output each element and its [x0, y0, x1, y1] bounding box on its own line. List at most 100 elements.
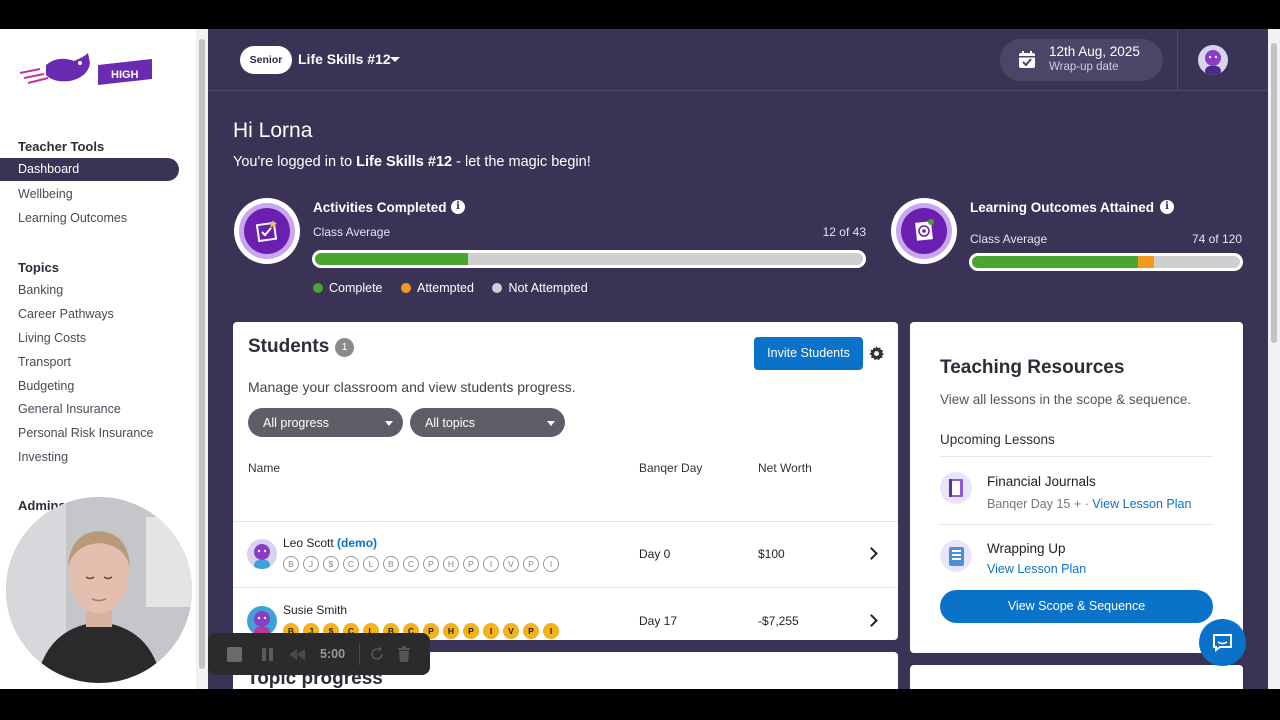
chevron-down-icon	[385, 421, 393, 426]
sidebar-item-career-pathways[interactable]: Career Pathways	[18, 307, 114, 321]
legend-complete: Complete	[313, 281, 383, 295]
lesson-name: Wrapping Up	[987, 541, 1066, 556]
wrap-up-date: 12th Aug, 2025 Wrap-up date	[1000, 39, 1163, 81]
rewind-icon[interactable]	[288, 647, 306, 662]
chevron-right-icon[interactable]	[865, 614, 878, 627]
resources-title: Teaching Resources	[940, 357, 1125, 378]
student-name[interactable]: Susie Smith	[283, 603, 347, 617]
topics-filter[interactable]: All topics	[410, 408, 565, 437]
checklist-icon	[940, 540, 972, 572]
sidebar-item-learning-outcomes[interactable]: Learning Outcomes	[18, 211, 127, 225]
student-name[interactable]: Leo Scott (demo)	[283, 536, 377, 550]
outcomes-progress-bar	[969, 253, 1243, 271]
outcomes-badge	[891, 198, 957, 264]
student-avatar	[247, 606, 277, 636]
info-icon[interactable]: i	[1160, 200, 1174, 214]
students-title: Students	[248, 336, 330, 357]
topic-chip: I	[483, 556, 499, 572]
journal-icon	[940, 472, 972, 504]
activities-badge	[234, 198, 300, 264]
legend-not-attempted: Not Attempted	[492, 281, 588, 295]
sidebar-item-transport[interactable]: Transport	[18, 355, 71, 369]
activities-progress-bar	[312, 250, 866, 268]
view-lesson-plan-link[interactable]: View Lesson Plan	[1092, 497, 1191, 511]
greeting-subtitle: You're logged in to Life Skills #12 - le…	[233, 154, 591, 170]
sidebar-scrollbar[interactable]	[196, 29, 208, 689]
main-scroll-thumb[interactable]	[1271, 43, 1277, 343]
topic-chip: L	[363, 556, 379, 572]
greeting-prefix: You're logged in to	[233, 154, 357, 170]
table-divider	[233, 587, 898, 588]
info-icon[interactable]: i	[451, 200, 465, 214]
app-window: HIGH Teacher Tools Dashboard Wellbeing L…	[0, 29, 1280, 689]
logo-text: HIGH	[111, 69, 139, 81]
view-scope-sequence-button[interactable]: View Scope & Sequence	[940, 590, 1213, 623]
class-selector[interactable]: Life Skills #12	[298, 51, 391, 67]
activities-count: 12 of 43	[822, 225, 866, 239]
view-lesson-plan-link[interactable]: View Lesson Plan	[987, 562, 1086, 576]
activities-title: Activities Completed	[313, 200, 447, 215]
topic-chip: H	[443, 556, 459, 572]
stop-icon[interactable]	[227, 647, 242, 662]
column-header-banqer-day[interactable]: Banqer Day	[639, 461, 702, 475]
nav-heading-teacher-tools: Teacher Tools	[18, 139, 105, 154]
sidebar-item-living-costs[interactable]: Living Costs	[18, 331, 86, 345]
sidebar-item-dashboard[interactable]: Dashboard	[0, 158, 179, 181]
restart-icon[interactable]	[369, 646, 385, 662]
checkbox-icon	[255, 220, 278, 243]
topic-chip: P	[523, 623, 539, 639]
pause-icon[interactable]	[260, 647, 275, 662]
attempted-segment	[1138, 256, 1155, 268]
level-badge: Senior	[240, 46, 292, 74]
banqer-day-cell: Day 0	[639, 547, 671, 561]
topic-chip: $	[323, 556, 339, 572]
brand-logo[interactable]: HIGH	[18, 51, 158, 91]
divider	[940, 524, 1213, 525]
lesson-meta: View Lesson Plan	[987, 562, 1086, 576]
sidebar-item-wellbeing[interactable]: Wellbeing	[18, 187, 73, 201]
webcam-overlay[interactable]	[6, 497, 192, 683]
sidebar-item-general-insurance[interactable]: General Insurance	[18, 402, 121, 416]
avatar[interactable]	[1198, 45, 1228, 75]
gear-icon[interactable]	[869, 346, 884, 361]
complete-segment	[315, 253, 469, 265]
topic-chip: H	[443, 623, 459, 639]
lesson-name: Financial Journals	[987, 474, 1096, 489]
students-card: Students 1 Invite Students Manage your c…	[233, 322, 898, 655]
activities-label: Class Average	[313, 225, 391, 239]
chevron-down-icon[interactable]	[390, 57, 400, 62]
resources-description: View all lessons in the scope & sequence…	[940, 392, 1192, 407]
calendar-icon	[1019, 51, 1035, 68]
topic-chip: I	[483, 623, 499, 639]
sidebar-item-banking[interactable]: Banking	[18, 283, 63, 297]
secondary-card	[910, 665, 1243, 689]
sidebar-item-budgeting[interactable]: Budgeting	[18, 379, 74, 393]
topic-chip: P	[463, 623, 479, 639]
outcomes-label: Class Average	[970, 232, 1048, 246]
topic-chip: C	[403, 556, 419, 572]
sidebar-scroll-thumb[interactable]	[199, 39, 205, 669]
divider	[359, 643, 360, 665]
progress-filter[interactable]: All progress	[248, 408, 403, 437]
progress-legend: Complete Attempted Not Attempted	[313, 281, 603, 295]
chat-icon	[1213, 634, 1232, 652]
student-avatar	[247, 539, 277, 569]
main-scrollbar[interactable]	[1268, 29, 1280, 689]
column-header-name[interactable]: Name	[248, 461, 280, 475]
column-header-net-worth[interactable]: Net Worth	[758, 461, 812, 475]
sidebar-item-personal-risk-insurance[interactable]: Personal Risk Insurance	[18, 426, 153, 440]
topic-chip: V	[503, 623, 519, 639]
topic-chip: C	[343, 556, 359, 572]
trash-icon[interactable]	[397, 646, 411, 662]
topic-progress-chips: B J $ C L B C P H P I V P I	[283, 556, 559, 572]
invite-students-button[interactable]: Invite Students	[754, 337, 863, 370]
chevron-right-icon[interactable]	[865, 547, 878, 560]
sidebar-item-investing[interactable]: Investing	[18, 450, 68, 464]
topic-chip: V	[503, 556, 519, 572]
topic-chip: B	[283, 556, 299, 572]
topic-chip: J	[303, 556, 319, 572]
page-title: Hi Lorna	[233, 119, 313, 142]
topic-chip: B	[383, 556, 399, 572]
chat-button[interactable]	[1199, 619, 1246, 666]
banqer-day-cell: Day 17	[639, 614, 678, 628]
